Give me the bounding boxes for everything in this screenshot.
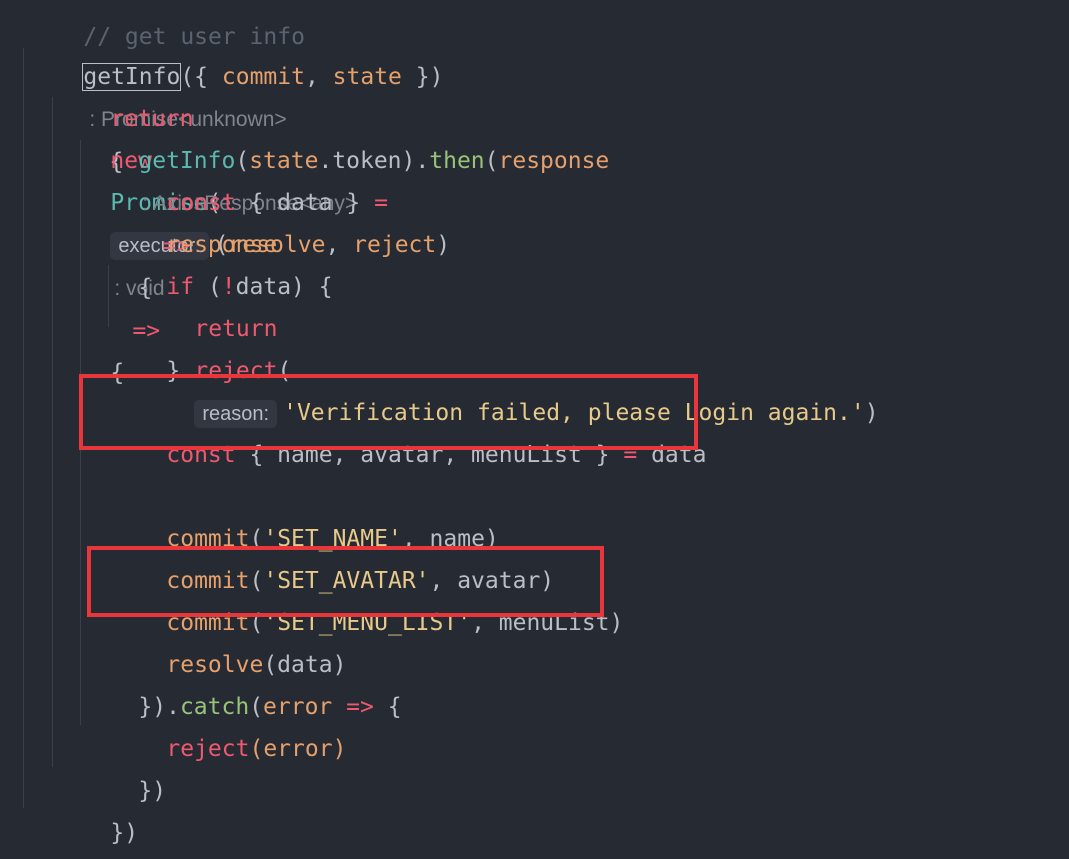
punctuation: ): [864, 400, 879, 426]
method-then: then: [429, 148, 485, 174]
closing-brace: }): [110, 820, 139, 846]
code-line-17[interactable]: reject(error): [111, 686, 346, 762]
code-line-19[interactable]: }): [55, 770, 138, 846]
param-reject: reject: [353, 232, 437, 258]
keyword-const: const: [166, 190, 236, 216]
highlight-box-destructure: [79, 374, 698, 450]
operator-assign: =: [374, 190, 388, 216]
code-line-18[interactable]: }): [83, 728, 166, 804]
punctuation: (: [484, 148, 499, 174]
code-line-3[interactable]: getInfo(state.token).then(response : Axi…: [83, 98, 609, 301]
code-line-1[interactable]: getInfo({ commit, state }) : Promise<unk…: [28, 14, 443, 175]
code-line-6[interactable]: if (!data) {: [111, 224, 332, 300]
destructure: { data }: [235, 190, 375, 216]
indent-guide: [23, 48, 24, 808]
code-editor[interactable]: // get user info getInfo({ commit, state…: [0, 0, 1069, 859]
punctuation: {: [373, 694, 402, 720]
code-line-7[interactable]: return reject( reason: 'Verification fail…: [139, 266, 879, 428]
punctuation: ).: [401, 148, 430, 174]
code-line-8[interactable]: }: [111, 308, 180, 384]
code-line-4[interactable]: const { data } = response: [111, 140, 388, 258]
code-line-12[interactable]: commit('SET_NAME', name): [111, 476, 498, 552]
args: (error): [249, 736, 347, 762]
highlight-box-commit-menu-list: [87, 546, 604, 617]
code-line-20[interactable]: },: [28, 812, 111, 854]
call-reject: reject: [166, 736, 250, 762]
param-response: response: [498, 148, 610, 174]
keyword-return: return: [194, 316, 278, 342]
code-line-2[interactable]: return new Promise( executor: (resolve, r…: [55, 56, 450, 386]
closing-brace: }): [138, 778, 167, 804]
code-line-16[interactable]: }).catch(error => {: [83, 644, 401, 720]
punctuation: ): [436, 232, 451, 258]
